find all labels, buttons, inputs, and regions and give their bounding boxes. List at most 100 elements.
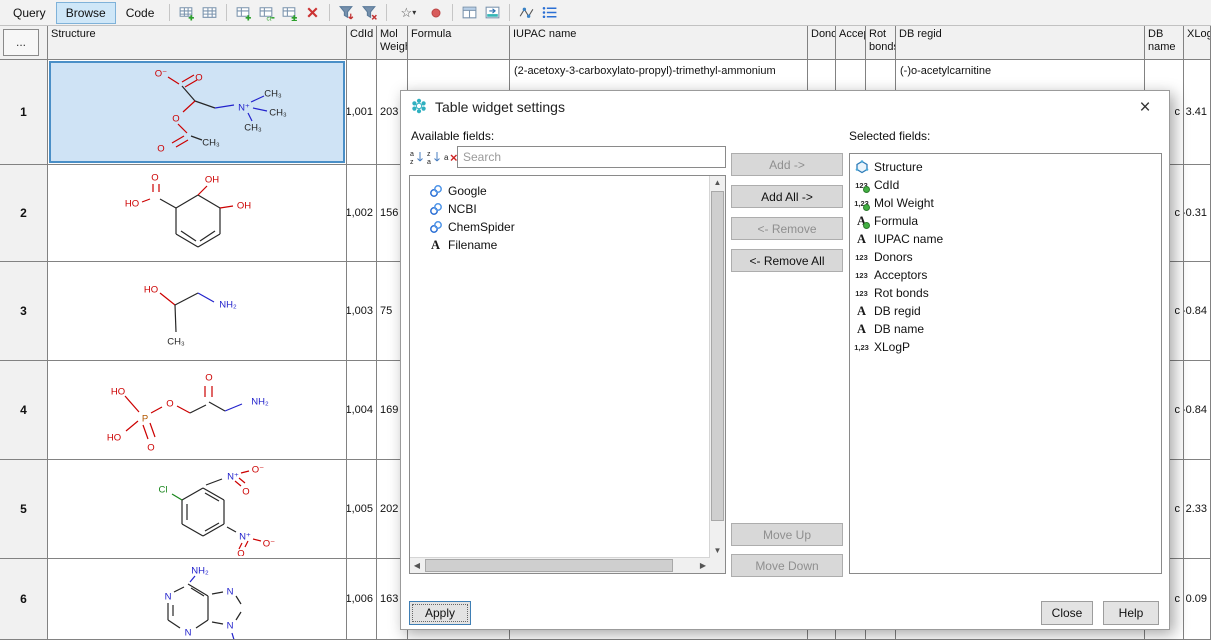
row-number-cell[interactable]: 5 [0, 460, 48, 559]
column-header-db-regid[interactable]: DB regid [896, 26, 1145, 60]
selected-field-item[interactable]: 1,23XLogP [850, 338, 1161, 356]
structure-cell[interactable]: ClN⁺O⁻ON⁺O⁻O [48, 460, 347, 559]
insert-widget-icon[interactable] [176, 2, 197, 23]
column-header-xlogp[interactable]: XLogP [1184, 26, 1211, 60]
xlogp-cell[interactable]: -0.31 [1184, 165, 1211, 262]
close-icon[interactable]: × [1133, 96, 1157, 120]
row-number-cell[interactable]: 4 [0, 361, 48, 460]
structure-cell[interactable]: O⁻ON⁺CH₃CH₃CH₃OOCH₃ [48, 60, 347, 165]
structure-cell[interactable]: NH₂NNNN [48, 559, 347, 640]
xlogp-cell[interactable]: 2.33 [1184, 460, 1211, 559]
column-header-mol-weight[interactable]: Mol Weight [377, 26, 408, 60]
selected-field-item[interactable]: AIUPAC name [850, 230, 1161, 248]
cdid-cell[interactable]: 1,002 [347, 165, 377, 262]
add-calculated-field-icon[interactable] [279, 2, 300, 23]
row-number-cell[interactable]: 1 [0, 60, 48, 165]
structure-drawing: HOPOHOOONH₂ [48, 361, 346, 457]
close-button[interactable]: Close [1041, 601, 1093, 625]
svg-text:O: O [151, 173, 158, 184]
selected-field-item[interactable]: 123Acceptors [850, 266, 1161, 284]
available-field-item[interactable]: AFilename [412, 236, 708, 254]
cdid-cell[interactable]: 1,001 [347, 60, 377, 165]
filter-clear-icon[interactable] [359, 2, 380, 23]
available-field-item[interactable]: ChemSpider [412, 218, 708, 236]
svg-text:a: a [427, 159, 431, 165]
selected-field-item[interactable]: 1,23Mol Weight [850, 194, 1161, 212]
text-field-icon: A [427, 237, 444, 253]
row-number-cell[interactable]: 6 [0, 559, 48, 640]
field-label: DB name [874, 322, 924, 336]
svg-text:O: O [172, 114, 179, 125]
sort-ascending-icon[interactable]: az [409, 149, 424, 165]
horizontal-scrollbar[interactable]: ◀ ▶ [410, 557, 710, 573]
selected-field-item[interactable]: AFormula [850, 212, 1161, 230]
structure-cell[interactable]: OHOOHOH [48, 165, 347, 262]
scrollbar-thumb[interactable] [425, 559, 673, 572]
add-all-button[interactable]: Add All -> [731, 185, 843, 208]
xlogp-cell[interactable]: -0.84 [1184, 262, 1211, 361]
column-header-donors[interactable]: Donors [808, 26, 836, 60]
cdid-cell[interactable]: 1,006 [347, 559, 377, 640]
select-all-button[interactable]: ... [3, 29, 39, 56]
help-button[interactable]: Help [1103, 601, 1159, 625]
svg-text:N⁺: N⁺ [239, 532, 251, 543]
column-header-db-name[interactable]: DB name [1145, 26, 1184, 60]
cdid-cell[interactable]: 1,003 [347, 262, 377, 361]
scrollbar-thumb[interactable] [711, 191, 724, 521]
svg-text:CH₃: CH₃ [269, 108, 287, 119]
clear-sort-icon[interactable]: a [443, 149, 458, 165]
available-field-item[interactable]: NCBI [412, 200, 708, 218]
toolbar-separator [226, 4, 227, 21]
structure-cell[interactable]: HOPOHOOONH₂ [48, 361, 347, 460]
available-field-item[interactable]: Google [412, 182, 708, 200]
tab-query[interactable]: Query [4, 3, 55, 23]
add-field-icon[interactable] [233, 2, 254, 23]
column-header-rot-bonds[interactable]: Rot bonds [866, 26, 896, 60]
selected-field-item[interactable]: 123Rot bonds [850, 284, 1161, 302]
scroll-down-icon[interactable]: ▼ [710, 544, 725, 558]
scroll-left-icon[interactable]: ◀ [410, 558, 424, 573]
scroll-up-icon[interactable]: ▲ [710, 176, 725, 190]
selected-field-item[interactable]: 123Donors [850, 248, 1161, 266]
remove-all-button[interactable]: <- Remove All [731, 249, 843, 272]
column-header-cdid[interactable]: CdId [347, 26, 377, 60]
vertical-scrollbar[interactable]: ▲ ▼ [709, 176, 725, 558]
cdid-cell[interactable]: 1,005 [347, 460, 377, 559]
scroll-right-icon[interactable]: ▶ [696, 558, 710, 573]
xlogp-cell[interactable]: -0.84 [1184, 361, 1211, 460]
selected-field-item[interactable]: ADB name [850, 320, 1161, 338]
filter-apply-icon[interactable] [336, 2, 357, 23]
selected-field-item[interactable]: Structure [850, 158, 1161, 176]
column-header-formula[interactable]: Formula [408, 26, 510, 60]
add-chemical-terms-field-icon[interactable]: ct [256, 2, 277, 23]
panels-view-icon[interactable] [459, 2, 480, 23]
selected-field-item[interactable]: ADB regid [850, 302, 1161, 320]
search-input[interactable] [457, 146, 726, 168]
structure-drawing: HONH₂CH₃ [48, 262, 346, 358]
svg-text:HO: HO [125, 199, 139, 210]
cdid-cell[interactable]: 1,004 [347, 361, 377, 460]
record-indicator-icon[interactable] [425, 2, 446, 23]
column-header-structure[interactable]: Structure [48, 26, 347, 60]
field-label: CdId [874, 178, 899, 192]
svg-text:NH₂: NH₂ [251, 397, 269, 408]
structure-view-icon[interactable] [516, 2, 537, 23]
xlogp-cell[interactable]: 0.09 [1184, 559, 1211, 640]
tab-code[interactable]: Code [117, 3, 164, 23]
xlogp-cell[interactable]: 3.41 [1184, 60, 1211, 165]
delete-field-icon[interactable] [302, 2, 323, 23]
apply-button[interactable]: Apply [409, 601, 471, 625]
form-view-icon[interactable] [482, 2, 503, 23]
favorites-dropdown-icon[interactable]: ☆▾ [393, 2, 423, 23]
row-number-cell[interactable]: 3 [0, 262, 48, 361]
toolbar-separator [509, 4, 510, 21]
structure-cell[interactable]: HONH₂CH₃ [48, 262, 347, 361]
column-header-acceptors[interactable]: Acceptors [836, 26, 866, 60]
list-view-icon[interactable] [539, 2, 560, 23]
column-header-iupac-name[interactable]: IUPAC name [510, 26, 808, 60]
tab-browse[interactable]: Browse [57, 3, 115, 23]
table-widget-icon[interactable] [199, 2, 220, 23]
sort-descending-icon[interactable]: za [426, 149, 441, 165]
row-number-cell[interactable]: 2 [0, 165, 48, 262]
selected-field-item[interactable]: 123CdId [850, 176, 1161, 194]
